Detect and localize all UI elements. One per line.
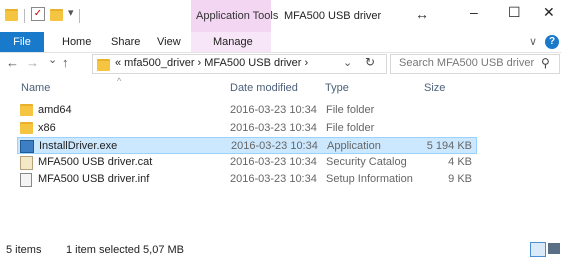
expand-ribbon-icon[interactable]: ∨ (529, 35, 537, 48)
application-icon (20, 140, 34, 153)
details-view-button[interactable] (530, 242, 546, 257)
breadcrumb[interactable]: « mfa500_driver › MFA500 USB driver › (115, 57, 308, 69)
file-name: MFA500 USB driver.cat (38, 156, 153, 168)
column-header-type[interactable]: Type (325, 82, 349, 94)
folder-icon (5, 9, 18, 21)
file-date: 2016-03-23 10:34 (231, 140, 318, 152)
folder-icon (20, 122, 33, 134)
sort-ascending-icon: ^ (117, 76, 122, 86)
title-bar: ✓ ▾ Application Tools MFA500 USB driver … (0, 0, 561, 32)
column-headers: ^ Name Date modified Type Size (0, 76, 561, 98)
window-title: MFA500 USB driver (284, 10, 382, 22)
resize-cursor-icon: ↔ (415, 6, 429, 22)
file-type: Application (327, 140, 381, 152)
up-button[interactable]: ↑ (62, 55, 69, 70)
folder-icon (97, 59, 110, 71)
file-type: Setup Information (326, 173, 413, 185)
file-type: Security Catalog (326, 156, 407, 168)
application-tools-label: Application Tools (196, 10, 279, 22)
close-button[interactable]: ✕ (543, 4, 555, 21)
navigation-bar: ← → ⌄ ↑ « mfa500_driver › MFA500 USB dri… (0, 52, 561, 74)
file-name: amd64 (38, 104, 72, 116)
file-name: x86 (38, 122, 56, 134)
column-header-size[interactable]: Size (424, 82, 445, 94)
help-icon[interactable]: ? (545, 35, 559, 49)
forward-button[interactable]: → (26, 55, 39, 70)
tab-share[interactable]: Share (111, 36, 140, 48)
status-bar: 5 items 1 item selected 5,07 MB (0, 240, 561, 260)
file-type: File folder (326, 122, 375, 134)
file-date: 2016-03-23 10:34 (230, 104, 317, 116)
tab-file[interactable]: File (0, 32, 44, 52)
tab-manage[interactable]: Manage (213, 36, 253, 48)
recent-locations-button[interactable]: ⌄ (48, 53, 57, 66)
divider (24, 9, 25, 23)
file-date: 2016-03-23 10:34 (230, 173, 317, 185)
search-placeholder: Search MFA500 USB driver (399, 57, 535, 69)
divider (79, 9, 80, 23)
file-type: File folder (326, 104, 375, 116)
file-name: MFA500 USB driver.inf (38, 173, 150, 185)
search-icon[interactable]: ⚲ (541, 56, 550, 70)
setup-information-icon (20, 173, 32, 187)
list-item[interactable]: amd64 2016-03-23 10:34 File folder (18, 102, 476, 118)
column-header-date[interactable]: Date modified (230, 82, 298, 94)
file-size: 4 KB (448, 156, 472, 168)
refresh-button[interactable]: ↻ (365, 55, 375, 69)
ribbon-tabs: File Home Share View Manage ∨ ? (0, 32, 561, 53)
security-catalog-icon (20, 156, 33, 170)
new-folder-icon[interactable] (50, 9, 63, 21)
maximize-button[interactable]: ☐ (508, 4, 521, 21)
list-item[interactable]: x86 2016-03-23 10:34 File folder (18, 120, 476, 136)
back-button[interactable]: ← (6, 55, 19, 70)
folder-icon (20, 104, 33, 116)
file-size: 9 KB (448, 173, 472, 185)
column-header-name[interactable]: Name (21, 82, 50, 94)
tab-view[interactable]: View (157, 36, 181, 48)
address-bar[interactable]: « mfa500_driver › MFA500 USB driver › ⌄ … (92, 54, 387, 74)
customize-toolbar-icon[interactable]: ▾ (68, 6, 74, 19)
file-date: 2016-03-23 10:34 (230, 156, 317, 168)
list-item-selected[interactable]: InstallDriver.exe 2016-03-23 10:34 Appli… (17, 137, 477, 154)
file-date: 2016-03-23 10:34 (230, 122, 317, 134)
file-size: 5 194 KB (426, 140, 472, 152)
large-icons-view-button[interactable] (548, 243, 560, 254)
list-item[interactable]: MFA500 USB driver.inf 2016-03-23 10:34 S… (18, 171, 476, 187)
minimize-button[interactable]: – (470, 4, 478, 20)
list-item[interactable]: MFA500 USB driver.cat 2016-03-23 10:34 S… (18, 154, 476, 170)
tab-home[interactable]: Home (62, 36, 91, 48)
item-count: 5 items (6, 244, 42, 256)
properties-icon[interactable]: ✓ (31, 7, 45, 21)
address-history-button[interactable]: ⌄ (343, 56, 352, 69)
file-name: InstallDriver.exe (39, 140, 118, 152)
selection-info: 1 item selected 5,07 MB (66, 244, 185, 256)
search-input[interactable]: Search MFA500 USB driver ⚲ (390, 54, 560, 74)
